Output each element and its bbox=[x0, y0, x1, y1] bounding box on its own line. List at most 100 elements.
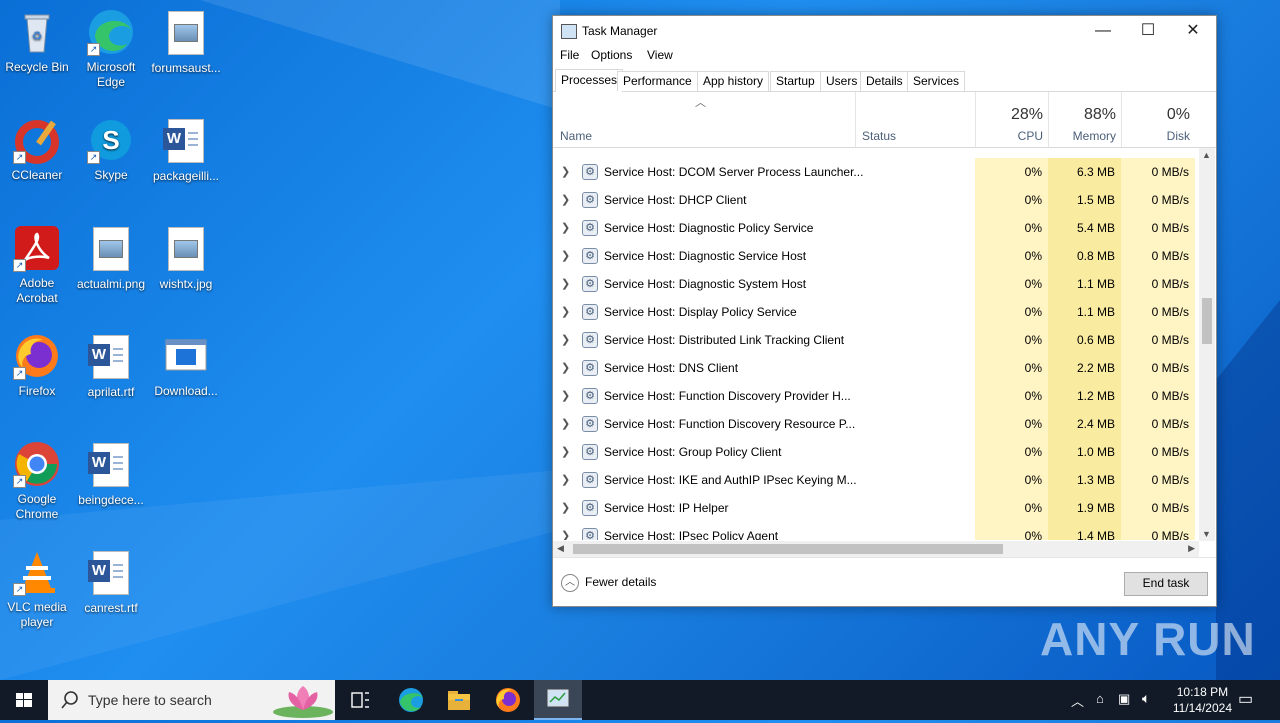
tab-details[interactable]: Details bbox=[860, 71, 909, 91]
expand-chevron-icon[interactable]: ❯ bbox=[561, 333, 570, 346]
taskbar-edge[interactable] bbox=[390, 680, 432, 720]
process-row[interactable]: ❯ ⚙ Service Host: DNS Client 0% 2.2 MB 0 MB/s bbox=[553, 354, 1198, 382]
expand-chevron-icon[interactable]: ❯ bbox=[561, 361, 570, 374]
desktop-icon-ccleaner[interactable]: ↗ CCleaner bbox=[0, 116, 74, 183]
process-row[interactable]: ❯ ⚙ Service Host: Group Policy Client 0% 1.0… bbox=[553, 438, 1198, 466]
process-row[interactable]: ❯ ⚙ Service Host: Diagnostic Service Host 0… bbox=[553, 242, 1198, 270]
desktop-icon-adobe-acrobat[interactable]: ↗ Adobe Acrobat bbox=[0, 224, 74, 306]
desktop-icon-wishtx[interactable]: wishtx.jpg bbox=[149, 224, 223, 292]
desktop-icon-actualmi[interactable]: actualmi.png bbox=[74, 224, 148, 292]
process-row[interactable]: ❯ ⚙ Service Host: Diagnostic System Host 0%… bbox=[553, 270, 1198, 298]
scroll-left-icon[interactable]: ◀ bbox=[557, 543, 564, 554]
search-box[interactable]: Type here to search bbox=[48, 680, 335, 720]
shortcut-arrow-icon: ↗ bbox=[87, 43, 100, 56]
end-task-button[interactable]: End task bbox=[1124, 572, 1208, 596]
tab-users[interactable]: Users bbox=[820, 71, 864, 91]
firefox-icon: ↗ bbox=[13, 332, 61, 380]
expand-chevron-icon[interactable]: ❯ bbox=[561, 249, 570, 262]
shortcut-arrow-icon: ↗ bbox=[87, 151, 100, 164]
search-icon bbox=[61, 691, 78, 709]
desktop-icon-edge[interactable]: ↗ Microsoft Edge bbox=[74, 8, 148, 90]
taskbar-file-explorer[interactable] bbox=[438, 680, 480, 720]
scroll-up-icon[interactable]: ▲ bbox=[1202, 150, 1211, 160]
volume-icon[interactable]: 🔈︎ bbox=[1142, 690, 1150, 707]
clock[interactable]: 10:18 PM 11/14/2024 bbox=[1173, 684, 1232, 716]
process-row[interactable]: ❯ ⚙ Service Host: Function Discovery Resou… bbox=[553, 410, 1198, 438]
taskbar-task-manager[interactable] bbox=[534, 680, 582, 720]
column-disk[interactable]: 0% Disk bbox=[1121, 92, 1196, 147]
column-memory[interactable]: 88% Memory bbox=[1048, 92, 1122, 147]
memory-value: 1.3 MB bbox=[1048, 466, 1121, 494]
tab-performance[interactable]: Performance bbox=[617, 71, 698, 91]
tab-app-history[interactable]: App history bbox=[697, 71, 770, 91]
desktop-icon-download[interactable]: Download... bbox=[149, 332, 223, 399]
desktop-icon-beingdece[interactable]: W beingdece... bbox=[74, 440, 148, 508]
process-row[interactable]: ❯ ⚙ Service Host: DCOM Server Process Laun… bbox=[553, 158, 1198, 186]
process-row[interactable]: ❯ ⚙ Service Host: Distributed Link Trackin… bbox=[553, 326, 1198, 354]
process-row[interactable]: ❯ ⚙ Service Host: IP Helper 0% 1.9 MB 0 MB/s bbox=[553, 494, 1198, 522]
process-row[interactable]: ❯ ⚙ Service Host: DHCP Client 0% 1.5 MB 0 MB/… bbox=[553, 186, 1198, 214]
network-icon[interactable]: ▣ bbox=[1118, 691, 1130, 707]
tab-processes[interactable]: Processes bbox=[555, 69, 624, 92]
column-status[interactable]: Status bbox=[855, 92, 976, 147]
expand-chevron-icon[interactable]: ❯ bbox=[561, 389, 570, 402]
minimize-button[interactable]: — bbox=[1080, 16, 1126, 46]
sort-ascending-icon: ︿ bbox=[695, 97, 706, 109]
expand-chevron-icon[interactable]: ❯ bbox=[561, 445, 570, 458]
process-row[interactable]: ❯ ⚙ Service Host: Function Discovery Provi… bbox=[553, 382, 1198, 410]
process-row[interactable]: ❯ ⚙ Service Host: Display Policy Service 0%… bbox=[553, 298, 1198, 326]
expand-chevron-icon[interactable]: ❯ bbox=[561, 529, 570, 540]
expand-chevron-icon[interactable]: ❯ bbox=[561, 221, 570, 234]
expand-chevron-icon[interactable]: ❯ bbox=[561, 165, 570, 178]
footer: ︿ Fewer details End task bbox=[553, 557, 1216, 607]
device-icon[interactable]: ⌂ bbox=[1096, 691, 1104, 706]
taskbar-firefox[interactable] bbox=[487, 680, 529, 720]
tab-services[interactable]: Services bbox=[907, 71, 966, 91]
desktop-icon-recycle-bin[interactable]: ♻ Recycle Bin bbox=[0, 8, 74, 75]
desktop-icon-canrest[interactable]: W canrest.rtf bbox=[74, 548, 148, 616]
menu-options[interactable]: Options bbox=[591, 48, 632, 62]
show-hidden-icons-icon[interactable]: ︿ bbox=[1071, 691, 1084, 710]
expand-chevron-icon[interactable]: ❯ bbox=[561, 501, 570, 514]
start-button[interactable] bbox=[0, 680, 48, 720]
desktop-icon-chrome[interactable]: ↗ Google Chrome bbox=[0, 440, 74, 522]
menu-file[interactable]: File bbox=[560, 48, 579, 62]
desktop-icon-skype[interactable]: S ↗ Skype bbox=[74, 116, 148, 183]
expand-chevron-icon[interactable]: ❯ bbox=[561, 417, 570, 430]
scroll-down-icon[interactable]: ▼ bbox=[1202, 529, 1211, 539]
process-name: Service Host: Diagnostic System Host bbox=[604, 277, 807, 291]
horizontal-scroll-thumb[interactable] bbox=[573, 544, 1003, 554]
process-name: Service Host: DCOM Server Process Launch… bbox=[604, 165, 864, 179]
fewer-details-button[interactable]: ︿ Fewer details bbox=[561, 574, 656, 592]
task-view-button[interactable] bbox=[340, 680, 380, 720]
column-name[interactable]: Name bbox=[560, 129, 592, 143]
expand-chevron-icon[interactable]: ❯ bbox=[561, 193, 570, 206]
installer-window-icon bbox=[162, 332, 210, 380]
vertical-scroll-thumb[interactable] bbox=[1202, 298, 1212, 344]
desktop-icon-aprilat[interactable]: W aprilat.rtf bbox=[74, 332, 148, 400]
tab-startup[interactable]: Startup bbox=[770, 71, 821, 91]
notifications-icon[interactable]: ▭ bbox=[1238, 689, 1253, 709]
desktop-icon-packageilli[interactable]: W packageilli... bbox=[149, 116, 223, 184]
word-document-icon: W bbox=[163, 119, 204, 163]
desktop-icon-forumsaust[interactable]: forumsaust... bbox=[149, 8, 223, 76]
process-row[interactable]: ❯ ⚙ Service Host: Diagnostic Policy Servic… bbox=[553, 214, 1198, 242]
task-manager-window: Task Manager — ☐ ✕ File Options View Pro… bbox=[552, 15, 1217, 607]
process-row[interactable]: ❯ ⚙ Service Host: IKE and AuthIP IPsec Key… bbox=[553, 466, 1198, 494]
cpu-value: 0% bbox=[975, 494, 1048, 522]
expand-chevron-icon[interactable]: ❯ bbox=[561, 277, 570, 290]
horizontal-scrollbar[interactable]: ◀ ▶ bbox=[553, 541, 1199, 557]
shortcut-arrow-icon: ↗ bbox=[13, 259, 26, 272]
column-cpu[interactable]: 28% CPU bbox=[975, 92, 1049, 147]
process-row[interactable]: ❯ ⚙ Service Host: IPsec Policy Agent 0% 1.4 … bbox=[553, 522, 1198, 540]
desktop-icon-firefox[interactable]: ↗ Firefox bbox=[0, 332, 74, 399]
scroll-right-icon[interactable]: ▶ bbox=[1188, 543, 1195, 554]
desktop-icon-vlc[interactable]: ↗ VLC media player bbox=[0, 548, 74, 630]
menu-view[interactable]: View bbox=[647, 48, 673, 62]
title-bar[interactable]: Task Manager — ☐ ✕ bbox=[553, 16, 1216, 46]
close-button[interactable]: ✕ bbox=[1170, 16, 1216, 46]
expand-chevron-icon[interactable]: ❯ bbox=[561, 305, 570, 318]
maximize-button[interactable]: ☐ bbox=[1125, 16, 1171, 46]
expand-chevron-icon[interactable]: ❯ bbox=[561, 473, 570, 486]
vertical-scrollbar[interactable]: ▲ ▼ bbox=[1199, 148, 1215, 541]
